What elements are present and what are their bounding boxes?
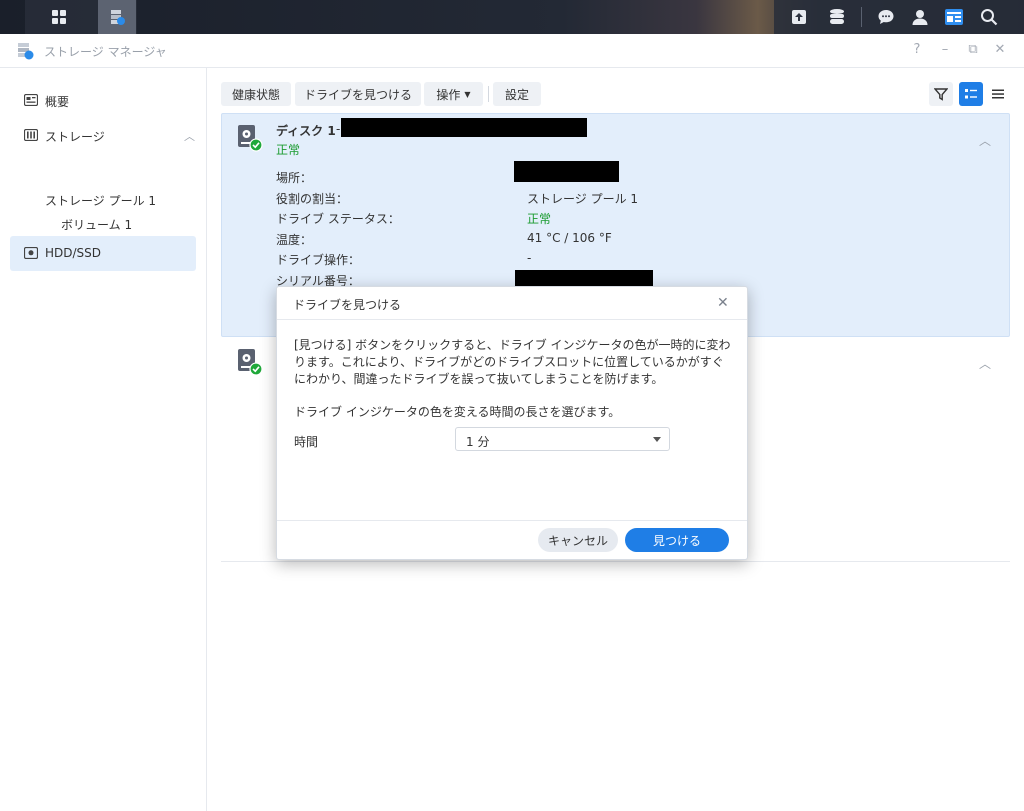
find-button[interactable]: 見つける bbox=[625, 528, 729, 552]
sidebar-item-label: HDD/SSD bbox=[45, 246, 102, 260]
chevron-up-icon[interactable]: ︿ bbox=[184, 128, 195, 144]
user-icon bbox=[912, 10, 928, 25]
database-icon bbox=[830, 9, 844, 24]
upload-button[interactable] bbox=[785, 0, 813, 34]
maximize-button[interactable]: ⧉ bbox=[966, 42, 980, 58]
sidebar-item-storage[interactable]: ストレージ ︿ bbox=[10, 118, 196, 152]
prop-value-role: ストレージ プール 1 bbox=[527, 192, 639, 206]
list-icon bbox=[992, 89, 1004, 99]
dialog-header[interactable]: ドライブを見つける ✕ bbox=[277, 287, 747, 320]
action-dropdown-button[interactable]: 操作 ▼ bbox=[424, 82, 483, 106]
detail-view-button[interactable] bbox=[959, 82, 983, 106]
settings-button[interactable]: 設定 bbox=[493, 82, 541, 106]
time-select[interactable]: 1 分 bbox=[455, 427, 670, 451]
find-drive-button[interactable]: ドライブを見つける bbox=[295, 82, 421, 106]
disk-list-divider bbox=[221, 561, 1010, 562]
search-icon bbox=[981, 9, 998, 26]
resource-monitor-button[interactable] bbox=[823, 0, 851, 34]
caret-down-icon: ▼ bbox=[464, 89, 471, 99]
taskbar-storage-manager-button[interactable] bbox=[98, 0, 136, 34]
chevron-up-icon[interactable]: ︿ bbox=[979, 355, 991, 372]
detail-list-icon bbox=[965, 89, 977, 99]
dialog-instruction: ドライブ インジケータの色を変える時間の長さを選びます。 bbox=[294, 405, 621, 419]
prop-value-drive-action: - bbox=[527, 251, 532, 265]
caret-down-icon bbox=[653, 437, 661, 442]
chat-bubble-icon bbox=[878, 10, 894, 24]
disk-1-title: ディスク 1 bbox=[276, 124, 336, 138]
apps-grid-icon bbox=[52, 10, 66, 24]
sidebar-item-hdd-ssd[interactable]: HDD/SSD bbox=[10, 236, 196, 271]
search-button[interactable] bbox=[975, 0, 1003, 34]
notifications-button[interactable] bbox=[872, 0, 900, 34]
overview-icon bbox=[24, 94, 38, 106]
storage-icon bbox=[24, 129, 38, 141]
disk-1-title-separator: - bbox=[336, 122, 341, 136]
redaction-bar bbox=[341, 118, 587, 137]
time-label: 時間 bbox=[294, 435, 319, 449]
prop-label-drive-action: ドライブ操作： bbox=[276, 253, 361, 267]
close-window-button[interactable]: ✕ bbox=[993, 42, 1007, 58]
widgets-button[interactable] bbox=[940, 0, 968, 34]
cancel-button[interactable]: キャンセル bbox=[538, 528, 618, 552]
prop-value-temperature: 41 °C / 106 °F bbox=[527, 231, 612, 245]
widgets-icon bbox=[945, 9, 963, 25]
help-button[interactable]: ? bbox=[910, 42, 924, 58]
prop-label-location: 場所： bbox=[276, 171, 313, 185]
window-title: ストレージ マネージャ bbox=[44, 45, 167, 59]
user-button[interactable] bbox=[906, 0, 934, 34]
filter-icon bbox=[934, 88, 948, 101]
prop-label-role: 役割の割当： bbox=[276, 192, 349, 206]
window-titlebar[interactable]: ストレージ マネージャ ? – ⧉ ✕ bbox=[0, 34, 1024, 68]
chevron-up-icon[interactable]: ︿ bbox=[979, 132, 991, 149]
filter-button[interactable] bbox=[929, 82, 953, 106]
sidebar-item-overview[interactable]: 概要 bbox=[10, 83, 196, 117]
sidebar-item-label: ストレージ bbox=[45, 130, 105, 144]
action-label: 操作 bbox=[436, 87, 461, 102]
taskbar-separator bbox=[861, 7, 862, 27]
minimize-button[interactable]: – bbox=[938, 42, 952, 58]
redaction-bar bbox=[514, 161, 619, 182]
dialog-title: ドライブを見つける bbox=[293, 298, 402, 312]
upload-icon bbox=[792, 10, 806, 24]
sidebar: 概要 ストレージ ︿ ストレージ プール 1 ボリューム 1 HDD/SSD bbox=[0, 68, 207, 811]
prop-label-temperature: 温度： bbox=[276, 233, 313, 247]
taskbar bbox=[0, 0, 1024, 34]
dialog-footer-divider bbox=[277, 520, 747, 521]
sidebar-item-label: 概要 bbox=[45, 95, 70, 109]
main-menu-button[interactable] bbox=[40, 0, 78, 34]
prop-value-drive-status: 正常 bbox=[527, 212, 552, 226]
close-icon[interactable]: ✕ bbox=[717, 295, 729, 311]
hdd-icon bbox=[24, 247, 38, 259]
disk-1-status: 正常 bbox=[276, 143, 301, 157]
sidebar-item-volume[interactable]: ボリューム 1 bbox=[61, 216, 132, 233]
time-select-value: 1 分 bbox=[466, 435, 490, 449]
storage-manager-app-icon bbox=[18, 43, 34, 60]
hdd-ok-icon bbox=[238, 349, 263, 376]
find-drive-dialog: ドライブを見つける ✕ [見つける] ボタンをクリックすると、ドライブ インジケ… bbox=[276, 286, 748, 560]
list-view-button[interactable] bbox=[986, 82, 1010, 106]
sidebar-item-storage-pool[interactable]: ストレージ プール 1 bbox=[45, 192, 156, 209]
prop-label-drive-status: ドライブ ステータス： bbox=[276, 212, 400, 226]
toolbar-separator bbox=[488, 86, 489, 102]
dialog-description: [見つける] ボタンをクリックすると、ドライブ インジケータの色が一時的に変わり… bbox=[294, 338, 731, 386]
hdd-ok-icon bbox=[238, 125, 263, 152]
health-status-button[interactable]: 健康状態 bbox=[221, 82, 291, 106]
storage-manager-icon bbox=[111, 10, 125, 25]
